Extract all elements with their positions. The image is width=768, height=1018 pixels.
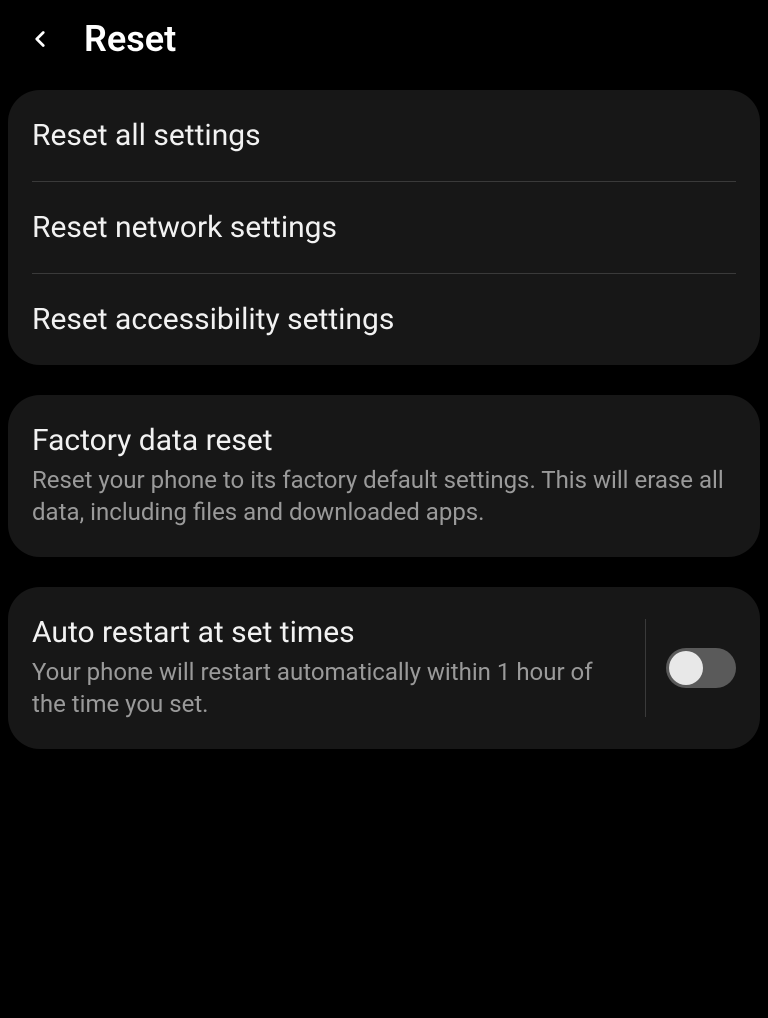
page-title: Reset xyxy=(84,18,176,60)
toggle-knob xyxy=(669,651,703,685)
reset-options-card: Reset all settings Reset network setting… xyxy=(8,90,760,365)
auto-restart-item[interactable]: Auto restart at set times Your phone wil… xyxy=(8,587,760,749)
list-item-label: Factory data reset xyxy=(32,423,736,458)
auto-restart-card: Auto restart at set times Your phone wil… xyxy=(8,587,760,749)
factory-reset-card: Factory data reset Reset your phone to i… xyxy=(8,395,760,557)
chevron-left-icon xyxy=(27,26,53,52)
divider xyxy=(645,619,646,717)
list-item-description: Your phone will restart automatically wi… xyxy=(32,656,621,721)
toggle-content: Auto restart at set times Your phone wil… xyxy=(32,615,637,721)
list-item-label: Reset all settings xyxy=(32,118,736,153)
back-button[interactable] xyxy=(24,23,56,55)
reset-all-settings-item[interactable]: Reset all settings xyxy=(8,90,760,181)
auto-restart-toggle[interactable] xyxy=(666,648,736,688)
list-item-label: Auto restart at set times xyxy=(32,615,621,650)
header: Reset xyxy=(0,0,768,90)
reset-accessibility-settings-item[interactable]: Reset accessibility settings xyxy=(8,274,760,365)
reset-network-settings-item[interactable]: Reset network settings xyxy=(8,182,760,273)
list-item-description: Reset your phone to its factory default … xyxy=(32,464,736,529)
list-item-label: Reset network settings xyxy=(32,210,736,245)
list-item-label: Reset accessibility settings xyxy=(32,302,736,337)
factory-data-reset-item[interactable]: Factory data reset Reset your phone to i… xyxy=(8,395,760,557)
